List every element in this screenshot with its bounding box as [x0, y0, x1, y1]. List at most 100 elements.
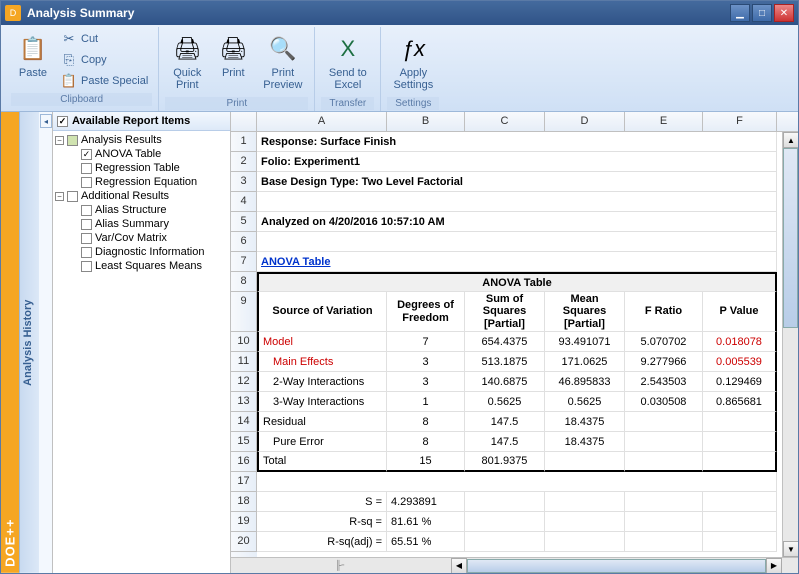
checkbox-icon[interactable] — [81, 247, 92, 258]
anova-cell[interactable]: 8 — [387, 412, 465, 432]
cell[interactable] — [257, 232, 777, 252]
row-header[interactable]: 2 — [231, 152, 257, 172]
anova-cell[interactable]: Model — [257, 332, 387, 352]
tree-item-alias-structure[interactable]: Alias Structure — [53, 203, 230, 217]
anova-cell[interactable]: 8 — [387, 432, 465, 452]
row-header[interactable]: 4 — [231, 192, 257, 212]
anova-cell[interactable]: 3-Way Interactions — [257, 392, 387, 412]
row-header[interactable]: 7 — [231, 252, 257, 272]
copy-button[interactable]: ⎘Copy — [57, 50, 152, 70]
anova-cell[interactable]: 0.018078 — [703, 332, 777, 352]
anova-cell[interactable]: Main Effects — [257, 352, 387, 372]
cell[interactable] — [465, 512, 545, 532]
row-header[interactable]: 10 — [231, 332, 257, 352]
tree-group-analysis-results[interactable]: − Analysis Results — [53, 133, 230, 147]
cells-grid[interactable]: Response: Surface FinishFolio: Experimen… — [257, 132, 798, 557]
anova-cell[interactable]: 0.5625 — [545, 392, 625, 412]
cell[interactable]: Response: Surface Finish — [257, 132, 777, 152]
row-header[interactable]: 8 — [231, 272, 257, 292]
anova-cell[interactable] — [703, 412, 777, 432]
cell[interactable] — [465, 532, 545, 552]
anova-cell[interactable]: 1 — [387, 392, 465, 412]
cell[interactable] — [625, 492, 703, 512]
row-header[interactable]: 12 — [231, 372, 257, 392]
tree-group-additional-results[interactable]: − Additional Results — [53, 189, 230, 203]
minimize-button[interactable]: ▁ — [730, 4, 750, 22]
stat-label[interactable]: S = — [257, 492, 387, 512]
vertical-scrollbar[interactable]: ▲ ▼ — [782, 132, 798, 557]
cell[interactable] — [545, 492, 625, 512]
paste-special-button[interactable]: 📋Paste Special — [57, 71, 152, 91]
stat-value[interactable]: 4.293891 — [387, 492, 465, 512]
cut-button[interactable]: ✂Cut — [57, 29, 152, 49]
anova-cell[interactable]: Pure Error — [257, 432, 387, 452]
quick-print-button[interactable]: 🖨 Quick Print — [165, 29, 209, 95]
col-header-A[interactable]: A — [257, 112, 387, 131]
tree-item-lsm[interactable]: Least Squares Means — [53, 259, 230, 273]
anova-cell[interactable]: 0.030508 — [625, 392, 703, 412]
stat-label[interactable]: R-sq = — [257, 512, 387, 532]
scroll-right-button[interactable]: ▶ — [766, 558, 782, 574]
stat-label[interactable]: R-sq(adj) = — [257, 532, 387, 552]
apply-settings-button[interactable]: ƒx Apply Settings — [387, 29, 439, 95]
sheet-body[interactable]: 1234567891011121314151617181920 Response… — [231, 132, 798, 557]
anova-cell[interactable]: 18.4375 — [545, 432, 625, 452]
checkbox-icon[interactable] — [67, 191, 78, 202]
row-header[interactable]: 20 — [231, 532, 257, 552]
anova-cell[interactable]: 0.005539 — [703, 352, 777, 372]
col-header-F[interactable]: F — [703, 112, 777, 131]
paste-button[interactable]: 📋 Paste — [11, 29, 55, 83]
tree-item-anova[interactable]: ANOVA Table — [53, 147, 230, 161]
cell[interactable] — [257, 472, 777, 492]
row-header[interactable]: 1 — [231, 132, 257, 152]
cell[interactable] — [703, 512, 777, 532]
maximize-button[interactable]: □ — [752, 4, 772, 22]
anova-cell[interactable]: 46.895833 — [545, 372, 625, 392]
tree-item-regression-table[interactable]: Regression Table — [53, 161, 230, 175]
anova-cell[interactable]: 147.5 — [465, 412, 545, 432]
anova-cell[interactable] — [703, 452, 777, 472]
col-header-D[interactable]: D — [545, 112, 625, 131]
anova-cell[interactable]: 9.277966 — [625, 352, 703, 372]
anova-cell[interactable]: 5.070702 — [625, 332, 703, 352]
checkbox-icon[interactable] — [81, 233, 92, 244]
horizontal-scrollbar[interactable]: ╟╴ ◀ ▶ — [231, 557, 798, 573]
anova-cell[interactable]: 3 — [387, 352, 465, 372]
anova-cell[interactable] — [703, 432, 777, 452]
checkbox-icon[interactable] — [81, 163, 92, 174]
checkbox-icon[interactable] — [81, 219, 92, 230]
select-all-cell[interactable] — [231, 112, 257, 131]
checkbox-icon[interactable] — [81, 205, 92, 216]
anova-cell[interactable]: 0.129469 — [703, 372, 777, 392]
anova-cell[interactable]: 171.0625 — [545, 352, 625, 372]
anova-cell[interactable]: 15 — [387, 452, 465, 472]
checkbox-icon[interactable] — [67, 135, 78, 146]
stat-value[interactable]: 65.51 % — [387, 532, 465, 552]
row-header[interactable]: 9 — [231, 292, 257, 332]
cell[interactable] — [545, 512, 625, 532]
anova-cell[interactable] — [625, 412, 703, 432]
anova-cell[interactable]: 18.4375 — [545, 412, 625, 432]
cell[interactable] — [703, 492, 777, 512]
row-header[interactable]: 3 — [231, 172, 257, 192]
row-header[interactable]: 5 — [231, 212, 257, 232]
cell[interactable] — [257, 192, 777, 212]
cell[interactable] — [545, 532, 625, 552]
row-header[interactable]: 14 — [231, 412, 257, 432]
row-header[interactable]: 17 — [231, 472, 257, 492]
scroll-left-button[interactable]: ◀ — [451, 558, 467, 574]
row-header[interactable]: 11 — [231, 352, 257, 372]
row-header[interactable]: 6 — [231, 232, 257, 252]
close-button[interactable]: ✕ — [774, 4, 794, 22]
anova-cell[interactable]: 93.491071 — [545, 332, 625, 352]
cell[interactable] — [625, 512, 703, 532]
anova-cell[interactable]: 7 — [387, 332, 465, 352]
col-header-E[interactable]: E — [625, 112, 703, 131]
row-header[interactable]: 18 — [231, 492, 257, 512]
anova-cell[interactable]: 2-Way Interactions — [257, 372, 387, 392]
row-header[interactable]: 19 — [231, 512, 257, 532]
anova-cell[interactable]: 2.543503 — [625, 372, 703, 392]
collapse-icon[interactable]: − — [55, 136, 64, 145]
collapse-icon[interactable]: − — [55, 192, 64, 201]
anova-link[interactable]: ANOVA Table — [257, 252, 777, 272]
